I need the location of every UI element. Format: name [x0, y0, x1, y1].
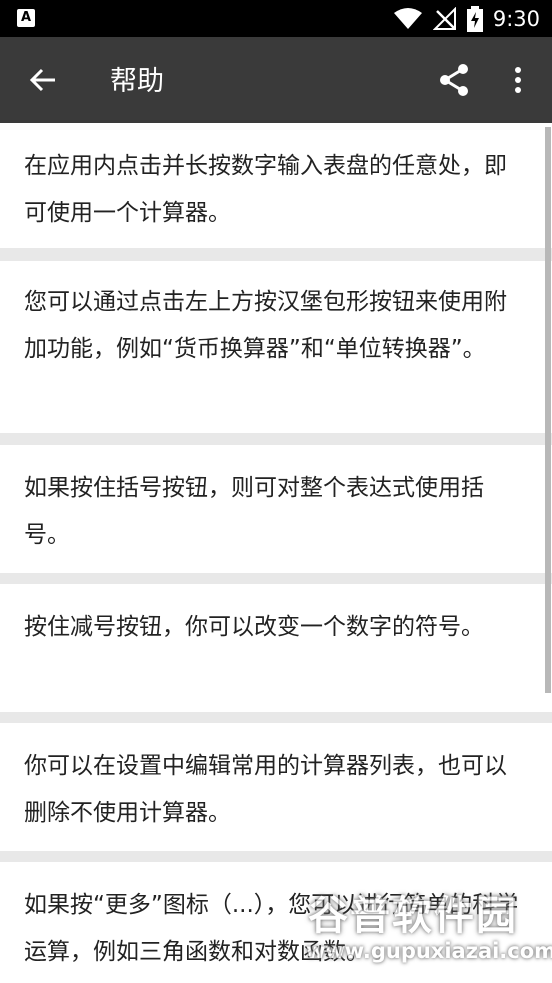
- help-card-text: 你可以在设置中编辑常用的计算器列表，也可以删除不使用计算器。: [24, 753, 507, 826]
- share-icon: [440, 64, 468, 96]
- share-button[interactable]: [436, 61, 472, 99]
- page-title: 帮助: [110, 66, 164, 97]
- watermark-title: 谷普软件园: [308, 893, 518, 939]
- no-signal-icon: [432, 7, 456, 30]
- arrow-left-icon: [29, 68, 55, 92]
- help-card-text: 如果按住括号按钮，则可对整个表达式使用括号。: [24, 475, 484, 548]
- more-options-button[interactable]: [505, 61, 531, 99]
- help-list[interactable]: 在应用内点击并长按数字输入表盘的任意处，即可使用一个计算器。 您可以通过点击左上…: [0, 123, 552, 983]
- app-notification-icon: A: [17, 9, 35, 27]
- app-bar: 帮助: [0, 37, 552, 123]
- more-vertical-icon: [515, 67, 521, 93]
- help-card: 在应用内点击并长按数字输入表盘的任意处，即可使用一个计算器。: [0, 123, 552, 248]
- battery-charging-icon: [466, 6, 483, 32]
- help-card-text: 您可以通过点击左上方按汉堡包形按钮来使用附加功能，例如“货币换算器”和“单位转换…: [24, 289, 507, 362]
- scrollbar[interactable]: [545, 127, 551, 693]
- back-button[interactable]: [24, 61, 62, 99]
- help-card: 您可以通过点击左上方按汉堡包形按钮来使用附加功能，例如“货币换算器”和“单位转换…: [0, 261, 552, 433]
- help-card: 按住减号按钮，你可以改变一个数字的符号。: [0, 584, 552, 712]
- watermark: 谷普软件园 www.gupuxiazai.com: [300, 883, 552, 983]
- status-icons: 9:30: [393, 5, 540, 33]
- help-card-text: 按住减号按钮，你可以改变一个数字的符号。: [24, 614, 484, 640]
- status-bar: A 9:30: [0, 0, 552, 37]
- watermark-url: www.gupuxiazai.com: [306, 939, 552, 963]
- help-card: 如果按住括号按钮，则可对整个表达式使用括号。: [0, 445, 552, 573]
- help-card: 你可以在设置中编辑常用的计算器列表，也可以删除不使用计算器。: [0, 723, 552, 851]
- status-time: 9:30: [492, 7, 540, 31]
- wifi-icon: [393, 8, 422, 29]
- help-card-text: 在应用内点击并长按数字输入表盘的任意处，即可使用一个计算器。: [24, 153, 507, 226]
